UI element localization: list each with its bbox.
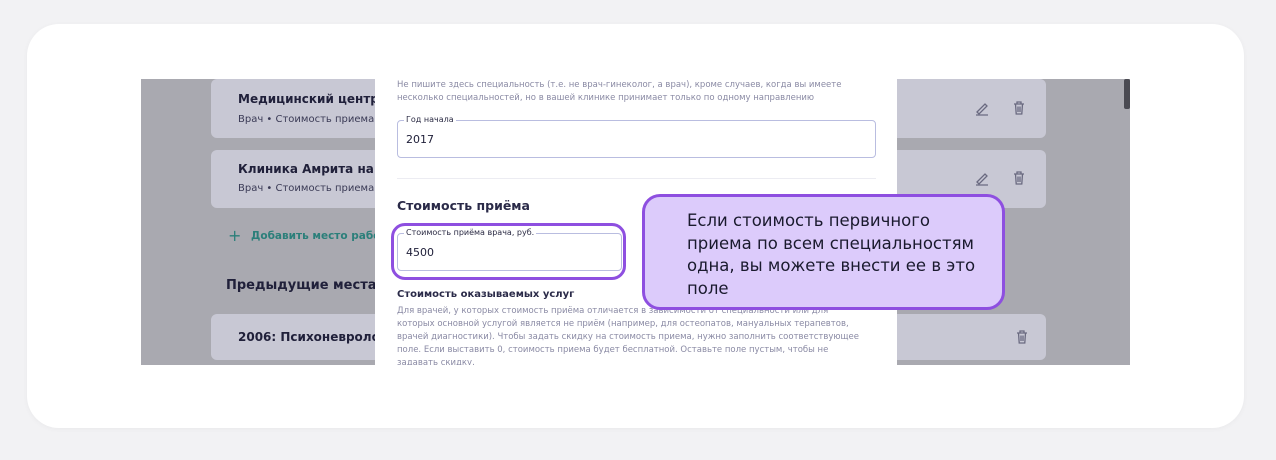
workplace-subtitle: Врач • Стоимость приема « — [238, 114, 384, 125]
trash-icon[interactable] — [1011, 100, 1027, 116]
callout-text: Если стоимость первичного приема по всем… — [687, 211, 976, 298]
previous-workplaces-title: Предыдущие места ра — [226, 278, 400, 293]
edit-icon[interactable] — [974, 170, 990, 186]
start-year-field[interactable]: Год начала 2017 — [397, 115, 876, 158]
plus-icon[interactable]: + — [228, 226, 241, 245]
services-hint: Для врачей, у которых стоимость приёма о… — [397, 306, 860, 365]
edit-icon[interactable] — [974, 100, 990, 116]
services-title: Стоимость оказываемых услуг — [397, 289, 575, 300]
callout-bubble: Если стоимость первичного приема по всем… — [642, 194, 1005, 310]
start-year-value[interactable]: 2017 — [406, 133, 434, 146]
scrollbar[interactable] — [1124, 79, 1130, 109]
trash-icon[interactable] — [1014, 329, 1030, 345]
workplace-subtitle: Врач • Стоимость приема 2 — [238, 183, 384, 194]
divider — [397, 178, 876, 179]
price-field-highlight — [391, 223, 626, 280]
specialty-hint: Не пишите здесь специальность (т.е. не в… — [397, 80, 842, 103]
start-year-label: Год начала — [404, 115, 456, 124]
price-section-title: Стоимость приёма — [397, 198, 530, 213]
trash-icon[interactable] — [1011, 170, 1027, 186]
